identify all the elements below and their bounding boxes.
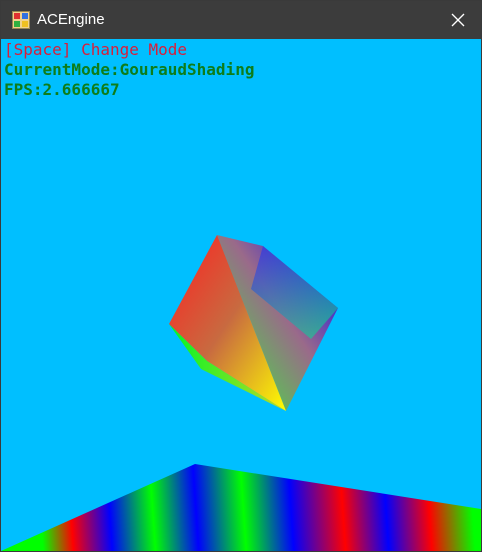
current-mode-label: CurrentMode:GouraudShading: [4, 60, 255, 79]
floor-plane: [1, 464, 481, 551]
render-viewport[interactable]: [Space] Change Mode CurrentMode:GouraudS…: [1, 39, 481, 551]
cube: [169, 235, 338, 411]
hud-overlay: [Space] Change Mode CurrentMode:GouraudS…: [4, 40, 254, 100]
app-window: ACEngine [Space] Change Mode CurrentMode…: [0, 0, 482, 552]
close-button[interactable]: [435, 1, 481, 39]
close-icon: [451, 13, 465, 27]
app-icon: [12, 11, 30, 29]
fps-counter: FPS:2.666667: [4, 80, 120, 99]
change-mode-hint: [Space] Change Mode: [4, 40, 188, 59]
window-title: ACEngine: [37, 11, 105, 28]
title-bar[interactable]: ACEngine: [1, 1, 481, 39]
render-scene: [1, 235, 481, 551]
